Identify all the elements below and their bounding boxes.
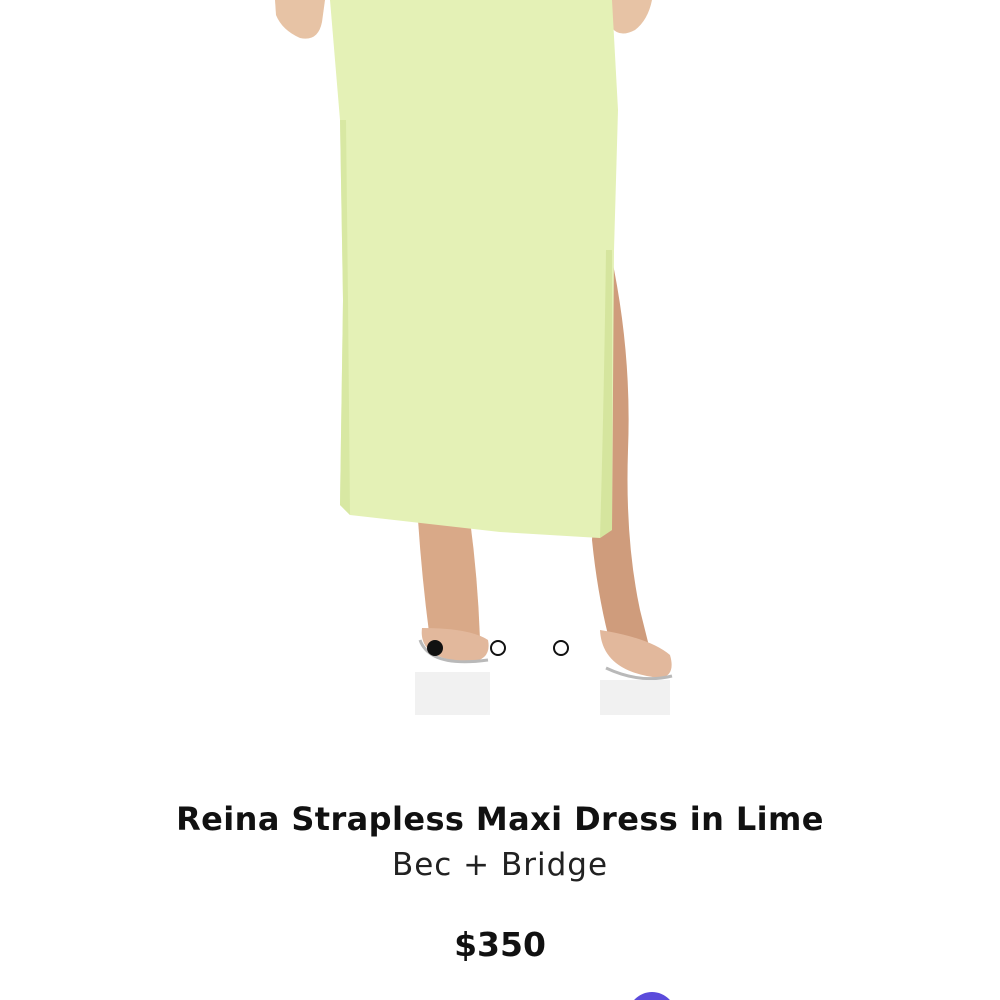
gallery-dot-1[interactable] [427,640,443,656]
product-image-gallery[interactable] [0,0,1000,715]
product-price: $350 [454,925,546,964]
gallery-dot-3[interactable] [553,640,569,656]
left-hand [275,0,325,39]
lime-dress [330,0,618,538]
gallery-pagination [427,640,577,660]
product-title: Reina Strapless Maxi Dress in Lime [176,800,824,838]
gallery-dot-2[interactable] [490,640,506,656]
product-image [275,0,673,715]
left-leg [418,520,480,640]
product-brand[interactable]: Bec + Bridge [0,843,1000,887]
product-info: Reina Strapless Maxi Dress in Lime Bec +… [0,795,1000,887]
product-page: Reina Strapless Maxi Dress in Lime Bec +… [0,0,1000,1000]
right-hand [612,0,652,34]
floating-action-button[interactable] [628,992,676,1000]
